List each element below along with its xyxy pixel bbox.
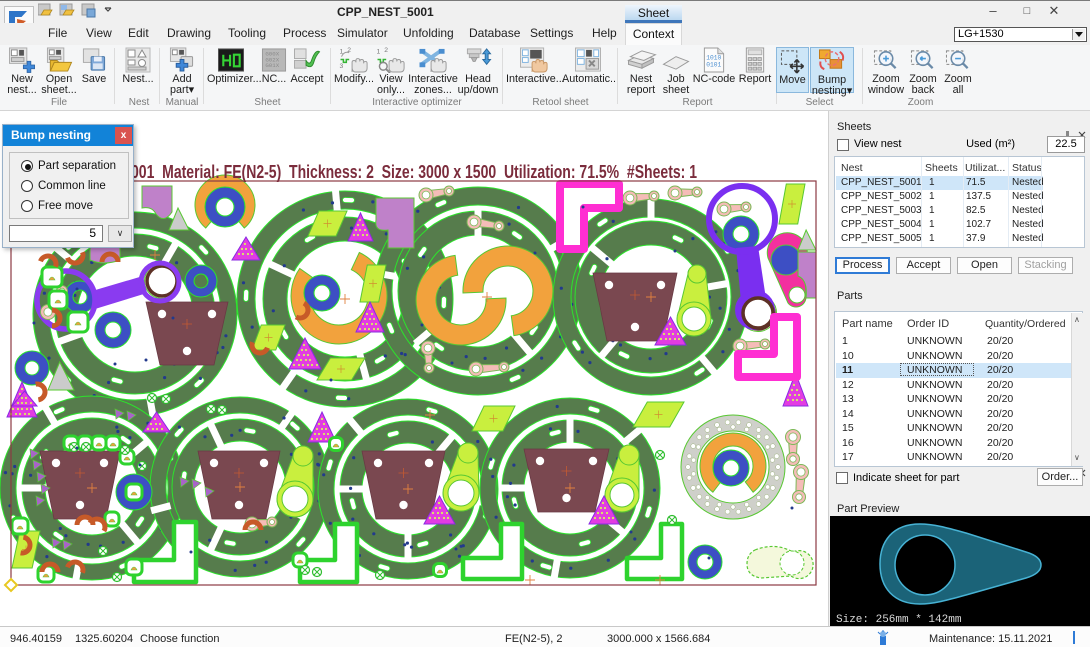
svg-text:0101: 0101 (706, 61, 721, 68)
svg-text:1: 1 (377, 49, 381, 56)
svg-text:001 Material: FE(N2-5) Thick: 001 Material: FE(N2-5) Thickness: 2 Size… (131, 162, 697, 182)
svg-text:2: 2 (384, 47, 388, 54)
svg-text:Size: 256mm * 142mm: Size: 256mm * 142mm (836, 614, 962, 626)
svg-text:G01X: G01X (265, 62, 279, 69)
svg-text:3: 3 (340, 63, 344, 70)
